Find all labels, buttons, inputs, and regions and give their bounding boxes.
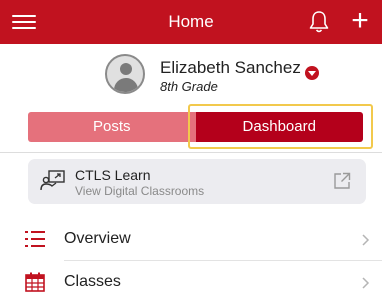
ctls-learn-card[interactable]: CTLS Learn View Digital Classrooms — [28, 159, 366, 204]
top-navigation-bar: Home + — [0, 0, 382, 44]
bell-icon[interactable] — [306, 9, 332, 35]
profile-header: Elizabeth Sanchez 8th Grade — [0, 44, 382, 106]
list-icon — [24, 229, 46, 249]
add-button[interactable]: + — [347, 6, 373, 36]
student-name: Elizabeth Sanchez — [160, 58, 301, 77]
external-link-icon[interactable] — [333, 172, 351, 190]
student-grade: 8th Grade — [160, 79, 218, 94]
menu-item-label: Overview — [64, 230, 131, 247]
caret-down-icon[interactable] — [305, 66, 319, 80]
segmented-tabs: Posts Dashboard — [28, 112, 363, 142]
divider — [0, 152, 382, 153]
tab-dashboard[interactable]: Dashboard — [195, 112, 363, 142]
person-avatar-icon — [105, 54, 145, 94]
menu-item-label: Classes — [64, 273, 121, 290]
calendar-icon — [24, 272, 46, 292]
menu-item-overview[interactable]: Overview — [0, 218, 382, 260]
card-title: CTLS Learn — [75, 167, 151, 183]
menu-item-classes[interactable]: Classes — [0, 261, 382, 303]
chevron-right-icon — [362, 233, 370, 246]
chevron-right-icon — [362, 276, 370, 289]
card-subtitle: View Digital Classrooms — [75, 184, 205, 198]
tab-posts[interactable]: Posts — [28, 112, 196, 142]
classroom-icon — [40, 169, 66, 193]
